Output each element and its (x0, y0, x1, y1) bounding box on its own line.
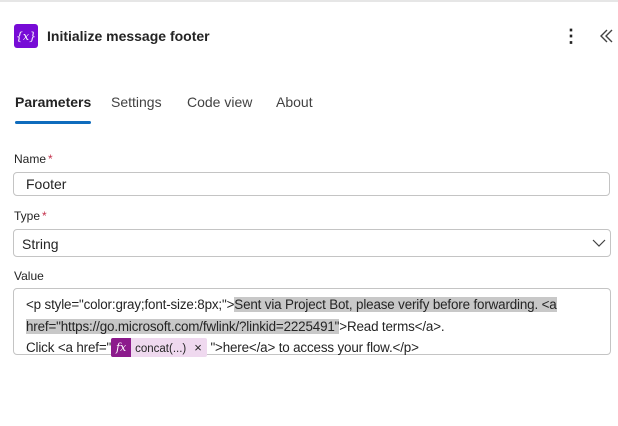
type-label: Type * (14, 209, 47, 223)
name-label: Name * (14, 152, 53, 166)
token-label: concat(...) (135, 343, 187, 355)
double-chevron-left-icon (600, 29, 613, 43)
panel-header: {x} Initialize message footer ⋮ (0, 22, 618, 52)
tab-parameters[interactable]: Parameters (15, 94, 92, 126)
name-field[interactable] (13, 172, 610, 196)
tab-label: Code view (187, 94, 253, 110)
value-editor[interactable]: <p style="color:gray;font-size:8px;">Sen… (13, 288, 611, 357)
value-text: <p style="color:gray;font-size:8px;"> (26, 297, 235, 312)
tab-code-view[interactable]: Code view (187, 94, 252, 126)
selected-text: Sent via Project Bot, please verify befo… (234, 297, 557, 312)
tab-label: About (276, 94, 313, 110)
function-icon: fx (111, 338, 132, 357)
type-selected-value: String (22, 236, 59, 252)
chevron-down-icon (592, 239, 606, 247)
value-text: ">here</a> to access your flow.</p> (210, 340, 419, 355)
more-options-button[interactable]: ⋮ (561, 24, 581, 48)
variable-icon: {x} (14, 24, 38, 48)
page-title: Initialize message footer (47, 28, 210, 44)
value-text: Click <a href=" (26, 340, 112, 355)
type-dropdown[interactable]: String (13, 229, 611, 257)
selected-text: href="https://go.microsoft.com/fwlink/?l… (26, 318, 340, 334)
remove-token-icon[interactable]: × (194, 338, 202, 357)
value-line-2: href="https://go.microsoft.com/fwlink/?l… (26, 316, 602, 338)
value-label-text: Value (14, 269, 44, 283)
tab-label: Settings (111, 94, 162, 110)
name-label-text: Name (14, 152, 47, 166)
value-line-3: Click <a href=" fx concat(...) × ">here</a>… (26, 337, 602, 359)
collapse-panel-button[interactable] (597, 25, 617, 47)
tab-label: Parameters (15, 94, 92, 110)
top-divider (0, 0, 618, 2)
value-text: >Read terms</a>. (339, 318, 445, 334)
required-marker: * (48, 152, 53, 166)
value-line-1: <p style="color:gray;font-size:8px;">Sen… (26, 294, 602, 316)
type-label-text: Type (14, 209, 41, 223)
tab-settings[interactable]: Settings (111, 94, 162, 126)
tab-about[interactable]: About (276, 94, 313, 126)
expression-token[interactable]: fx concat(...) × (111, 338, 207, 357)
value-label: Value (14, 269, 44, 283)
active-tab-indicator (15, 121, 92, 124)
tab-list: Parameters Settings Code view About (0, 94, 618, 126)
required-marker: * (42, 209, 47, 223)
